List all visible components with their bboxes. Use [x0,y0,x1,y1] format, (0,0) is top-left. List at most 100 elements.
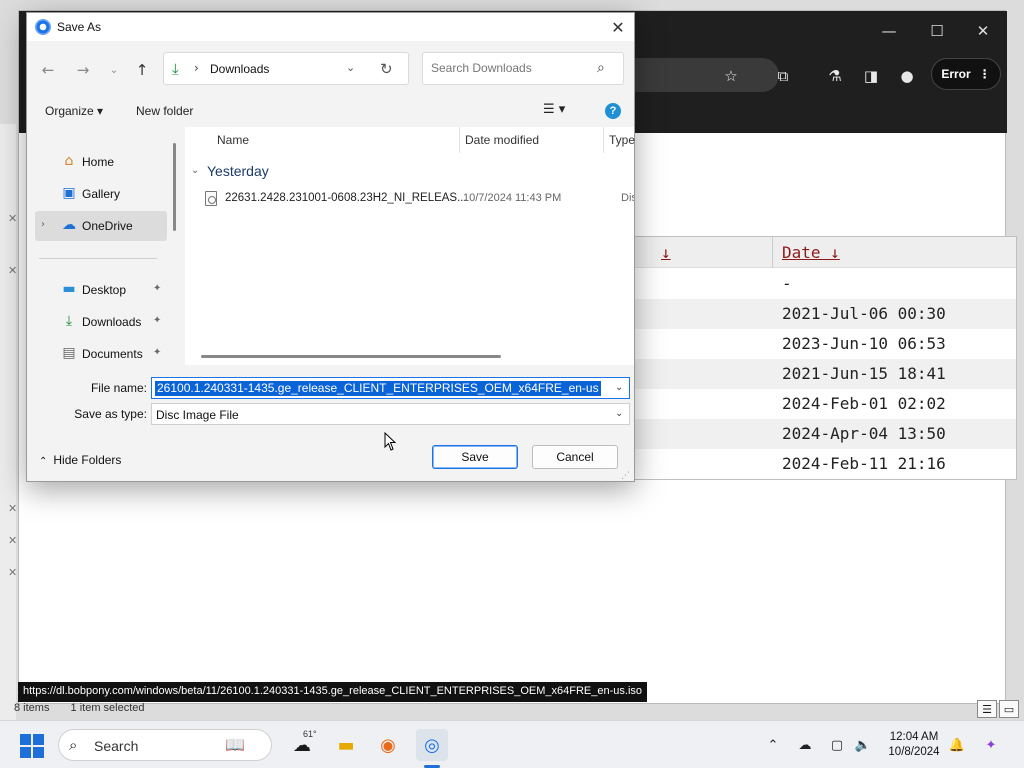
extensions-icon[interactable]: ⧉ [769,63,797,89]
firefox-icon[interactable]: ◉ [372,729,404,761]
type-column-header[interactable]: Type [609,133,635,147]
notification-bell-icon[interactable]: 🔔 [946,735,968,755]
dialog-close-button[interactable]: ✕ [605,15,631,39]
table-row: 2024-Apr-04 13:50 [615,419,1016,449]
save-button[interactable]: Save [432,445,518,469]
view-options-icon[interactable]: ☰ ▾ [543,102,565,117]
taskbar: ⌕ Search 📖 ☁ 61° ▬ ◉ ◎ ⌃ ☁ ▢ 🔈 12:04 AM … [0,720,1024,768]
volume-icon[interactable]: 🔈 [852,735,874,755]
pin-icon[interactable]: ✦ [153,283,161,294]
tiles-view-icon[interactable]: ▭ [999,700,1019,718]
gallery-icon: ▣ [62,185,76,201]
collapse-chevron-icon[interactable]: ⌄ [191,165,199,176]
close-icon[interactable]: ✕ [961,17,1005,45]
file-explorer-icon[interactable]: ▬ [330,729,362,761]
close-icon[interactable]: ✕ [8,264,20,278]
new-folder-button[interactable]: New folder [136,104,193,118]
close-icon[interactable]: ✕ [8,212,20,226]
document-icon: ▤ [62,345,76,361]
date-cell: 2021-Jul-06 00:30 [782,304,946,323]
horizontal-scrollbar[interactable] [201,355,501,358]
column-divider [603,127,604,153]
chevron-down-icon[interactable]: ⌄ [615,382,623,393]
expand-chevron-icon[interactable]: › [41,219,45,230]
pin-icon[interactable]: ✦ [153,315,161,326]
copilot-icon[interactable]: ✦ [980,735,1002,755]
cancel-button[interactable]: Cancel [532,445,618,469]
explorer-status-bar: 8 items 1 item selected [14,702,145,714]
breadcrumb-chevron-icon: › [194,61,199,75]
table-row: 2021-Jun-15 18:41 [615,359,1016,389]
hide-folders-button[interactable]: ⌃ Hide Folders [39,453,121,467]
file-date: 10/7/2024 11:43 PM [463,192,562,204]
close-icon[interactable]: ✕ [8,534,20,548]
filename-field[interactable]: 26100.1.240331-1435.ge_release_CLIENT_EN… [151,377,630,399]
maximize-icon[interactable]: ☐ [915,17,959,45]
search-highlight-icon: 📖 [225,735,245,754]
table-row: - [615,269,1016,299]
minimize-icon[interactable]: — [867,17,911,45]
recent-locations-chevron-icon[interactable]: ⌄ [101,57,127,83]
refresh-icon[interactable]: ↻ [380,60,393,78]
address-dropdown-icon[interactable]: ⌄ [346,61,355,74]
date-cell: 2023-Jun-10 06:53 [782,334,946,353]
chevron-up-icon[interactable]: ⌃ [762,735,784,755]
pin-icon[interactable]: ✦ [153,347,161,358]
nav-item-documents[interactable]: ▤ Documents ✦ [35,339,167,369]
chrome-app-icon [35,19,51,35]
file-list: Name Date modified Type ⌄ Yesterday 2263… [185,127,635,365]
chrome-icon[interactable]: ◎ [416,729,448,761]
system-clock[interactable]: 12:04 AM 10/8/2024 [878,730,950,760]
date-modified-column-header[interactable]: Date modified [465,133,539,147]
taskbar-search[interactable]: ⌕ Search 📖 [58,729,272,761]
display-icon[interactable]: ▢ [826,735,848,755]
windows-start-icon[interactable] [20,734,44,758]
profile-icon[interactable]: ● [893,63,921,89]
clock-time: 12:04 AM [889,731,939,743]
resize-grip-icon[interactable]: ⋰ [621,471,630,481]
close-icon[interactable]: ✕ [8,566,20,580]
forward-arrow-icon[interactable]: → [70,57,96,83]
up-arrow-icon[interactable]: ↑ [129,57,155,83]
search-box[interactable]: ⌕ [422,52,624,85]
date-cell: 2024-Feb-11 21:16 [782,454,946,473]
chevron-down-icon[interactable]: ⌄ [615,408,623,419]
nav-item-gallery[interactable]: ▣ Gallery [35,179,167,209]
table-row: 2021-Jul-06 00:30 [615,299,1016,329]
nav-item-onedrive[interactable]: › ☁ OneDrive [35,211,167,241]
help-icon[interactable]: ? [605,103,621,119]
sort-column-header[interactable]: ↓ [661,243,671,262]
profile-error-button[interactable]: Error ⋮ [931,58,1001,90]
search-input[interactable] [431,61,591,75]
download-icon: ⤓ [172,60,179,78]
date-column-header[interactable]: Date ↓ [782,243,840,262]
table-row: 2023-Jun-10 06:53 [615,329,1016,359]
date-cell: 2024-Apr-04 13:50 [782,424,946,443]
group-header[interactable]: Yesterday [207,163,269,179]
breadcrumb-location[interactable]: Downloads [210,62,269,76]
date-cell: - [782,274,792,293]
column-divider [459,127,460,153]
close-icon[interactable]: ✕ [8,502,20,516]
network-off-icon[interactable]: ☁ [794,735,816,755]
file-row[interactable]: 22631.2428.231001-0608.23H2_NI_RELEAS...… [199,187,634,211]
save-as-dialog: Save As ✕ ← → ⌄ ↑ ⤓ › Downloads ⌄ ↻ ⌕ Or… [26,12,635,482]
more-menu-icon: ⋮ [978,67,991,81]
details-view-icon[interactable]: ☰ [977,700,997,718]
nav-scrollbar[interactable] [173,143,176,231]
labs-flask-icon[interactable]: ⚗ [821,63,849,89]
back-arrow-icon[interactable]: ← [35,57,61,83]
nav-item-home[interactable]: ⌂ Home [35,147,167,177]
name-column-header[interactable]: Name [217,133,249,147]
side-panel-icon[interactable]: ◨ [857,63,885,89]
nav-item-downloads[interactable]: ⤓ Downloads ✦ [35,307,167,337]
bookmark-star-icon[interactable]: ☆ [717,63,745,89]
savetype-select[interactable]: Disc Image File ⌄ [151,403,630,425]
search-icon: ⌕ [597,60,605,76]
dialog-title-bar[interactable]: Save As ✕ [27,13,634,41]
nav-divider [39,258,157,259]
address-bar[interactable]: ⤓ › Downloads ⌄ ↻ [163,52,409,85]
nav-item-desktop[interactable]: ▬ Desktop ✦ [35,275,167,305]
file-name: 22631.2428.231001-0608.23H2_NI_RELEAS... [225,192,467,204]
organize-menu[interactable]: Organize ▾ [45,104,103,118]
